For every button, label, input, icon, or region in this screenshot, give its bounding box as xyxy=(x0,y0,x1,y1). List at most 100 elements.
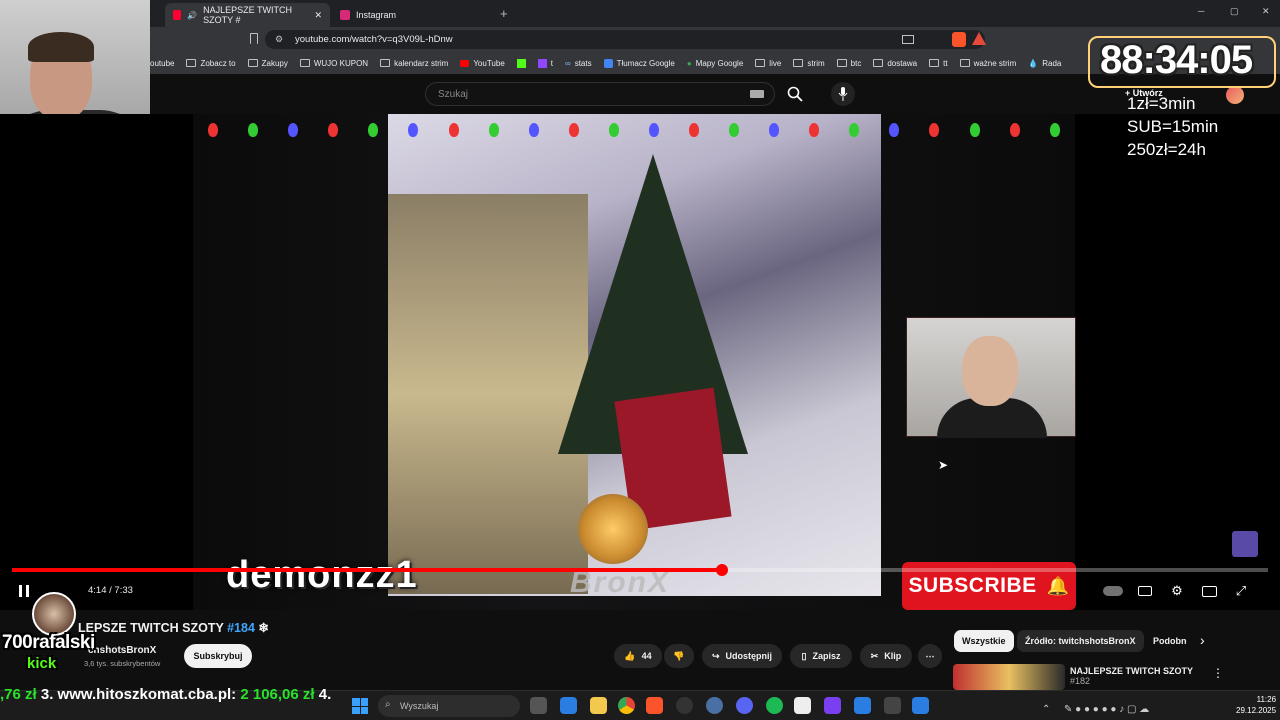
app-icon[interactable] xyxy=(824,697,841,714)
bookmark-item[interactable]: ● Mapy Google xyxy=(687,59,743,68)
tray-chevron-icon[interactable]: ⌃ xyxy=(1042,699,1050,717)
bookmark-item[interactable]: btc xyxy=(836,59,861,68)
candle-image xyxy=(578,494,648,564)
tab-youtube[interactable]: 🔊 NAJLEPSZE TWITCH SZOTY # ✕ xyxy=(165,3,330,27)
app-icon[interactable] xyxy=(794,697,811,714)
google-maps-icon: ● xyxy=(686,58,692,68)
bookmark-item[interactable]: YouTube xyxy=(460,59,505,68)
app-icon[interactable] xyxy=(706,697,723,714)
logo-name: 700rafalski xyxy=(2,632,95,653)
chip-all[interactable]: Wszystkie xyxy=(954,630,1014,652)
bookmark-item[interactable]: WUJO KUPON xyxy=(299,59,368,68)
video-hashtag[interactable]: #184 xyxy=(227,621,255,635)
brave-shield-icon[interactable] xyxy=(952,32,966,47)
like-count: 44 xyxy=(641,651,652,661)
player-controls: 4:14 / 7:33 ⚙ ⤢ xyxy=(0,578,1280,604)
windows-start-icon[interactable] xyxy=(352,698,368,714)
new-tab-button[interactable]: + xyxy=(500,6,508,21)
obs-icon[interactable] xyxy=(676,697,693,714)
chip-source[interactable]: Źródło: twitchshotsBronX xyxy=(1017,630,1144,652)
task-view-icon[interactable] xyxy=(530,697,547,714)
extension-overlay-icon[interactable] xyxy=(1232,531,1258,557)
cast-icon[interactable] xyxy=(902,35,914,44)
bookmark-item[interactable]: kalendarz strim xyxy=(380,59,448,68)
dislike-button[interactable]: 👎 xyxy=(664,644,694,668)
voice-search-button[interactable] xyxy=(831,82,855,106)
bookmark-item[interactable]: tt xyxy=(929,59,948,68)
search-input[interactable]: Szukaj xyxy=(425,82,775,106)
subscribe-button[interactable]: Subskrybuj xyxy=(184,644,252,668)
light-bulb xyxy=(488,123,499,137)
app-icon[interactable] xyxy=(854,697,871,714)
recommended-thumbnail[interactable] xyxy=(953,664,1065,690)
like-button[interactable]: 👍 44 xyxy=(614,644,662,668)
bookmark-icon[interactable] xyxy=(250,33,258,44)
settings-button[interactable]: ⚙ xyxy=(1168,582,1186,600)
more-vert-icon[interactable]: ⋮ xyxy=(1212,666,1224,680)
progress-scrubber[interactable] xyxy=(715,564,728,576)
light-bulb xyxy=(809,123,820,137)
bookmark-item[interactable]: Zakupy xyxy=(247,59,288,68)
light-bulb xyxy=(448,123,459,137)
bookmark-item[interactable]: outube xyxy=(150,59,174,68)
url-field[interactable]: ⚙ youtube.com/watch?v=q3V09L-hDnw xyxy=(265,30,985,49)
miniplayer-button[interactable] xyxy=(1200,582,1218,600)
folder-icon xyxy=(836,59,847,67)
avatar[interactable] xyxy=(1226,86,1244,104)
bookmark-label: strim xyxy=(807,58,825,68)
keyboard-icon[interactable] xyxy=(750,90,764,98)
bookmark-item[interactable]: Tłumacz Google xyxy=(603,58,675,68)
bookmark-item[interactable]: ważne strim xyxy=(959,59,1016,68)
brave-icon[interactable] xyxy=(646,697,663,714)
autoplay-toggle[interactable] xyxy=(1102,582,1124,600)
light-bulb xyxy=(608,123,619,137)
drop-icon: 💧 xyxy=(1028,58,1039,68)
more-actions-button[interactable]: ⋯ xyxy=(918,644,942,668)
tab-label: NAJLEPSZE TWITCH SZOTY # xyxy=(203,5,293,25)
video-frame xyxy=(388,114,881,596)
chrome-icon[interactable] xyxy=(618,697,635,714)
bookmark-item[interactable]: ∞ stats xyxy=(565,59,592,68)
bookmark-item[interactable]: strim xyxy=(793,58,825,68)
clip-button[interactable]: ✂ Klip xyxy=(860,644,912,668)
folder-icon xyxy=(247,59,258,67)
bookmark-item[interactable]: dostawa xyxy=(873,59,917,68)
file-explorer-icon[interactable] xyxy=(590,697,607,714)
close-tab-icon[interactable]: ✕ xyxy=(314,10,322,21)
widgets-icon[interactable] xyxy=(560,697,577,714)
taskbar-search[interactable]: ⌕ Wyszukaj xyxy=(378,695,520,717)
bookmark-item[interactable]: Zobacz to xyxy=(186,59,236,68)
tab-instagram[interactable]: Instagram xyxy=(332,3,492,27)
bookmark-item[interactable]: live xyxy=(755,59,781,68)
save-button[interactable]: ▯ Zapisz xyxy=(790,644,852,668)
fullscreen-button[interactable]: ⤢ xyxy=(1232,582,1250,600)
search-placeholder: Szukaj xyxy=(438,88,469,100)
clock-date: 29.12.2025 xyxy=(1236,706,1277,715)
brave-rewards-icon[interactable] xyxy=(972,32,986,45)
site-info-icon[interactable]: ⚙ xyxy=(275,34,283,45)
maximize-button[interactable]: ▢ xyxy=(1230,6,1239,17)
system-clock[interactable]: 11:26 29.12.2025 xyxy=(1236,694,1276,716)
spotify-icon[interactable] xyxy=(766,697,783,714)
bookmark-kick[interactable] xyxy=(516,58,526,68)
folder-icon xyxy=(755,59,766,67)
subtitles-button[interactable] xyxy=(1136,582,1154,600)
app-icon[interactable] xyxy=(884,697,901,714)
bookmark-item[interactable]: 💧 Rada xyxy=(1028,59,1061,68)
recommended-subtitle: #182 xyxy=(1070,676,1091,686)
search-icon xyxy=(787,86,803,102)
discord-icon[interactable] xyxy=(736,697,753,714)
bookmark-item[interactable]: t xyxy=(537,58,553,68)
recommended-title[interactable]: NAJLEPSZE TWITCH SZOTY #182 xyxy=(1070,666,1193,686)
app-icon[interactable] xyxy=(912,697,929,714)
close-window-button[interactable]: ✕ xyxy=(1262,6,1270,17)
video-player[interactable]: demonzz1 BronX SUBSCRIBE 🔔 ➤ xyxy=(0,114,1280,610)
chevron-right-icon[interactable]: › xyxy=(1200,632,1205,648)
tab-label: Instagram xyxy=(356,10,397,20)
video-title: LEPSZE TWITCH SZOTY #184 ❄ xyxy=(78,620,269,635)
progress-bar[interactable] xyxy=(12,564,1268,576)
share-button[interactable]: ↪ Udostępnij xyxy=(702,644,782,668)
minimize-button[interactable]: ─ xyxy=(1198,6,1204,16)
search-button[interactable] xyxy=(775,82,815,106)
chip-similar[interactable]: Podobne xyxy=(1145,630,1187,652)
